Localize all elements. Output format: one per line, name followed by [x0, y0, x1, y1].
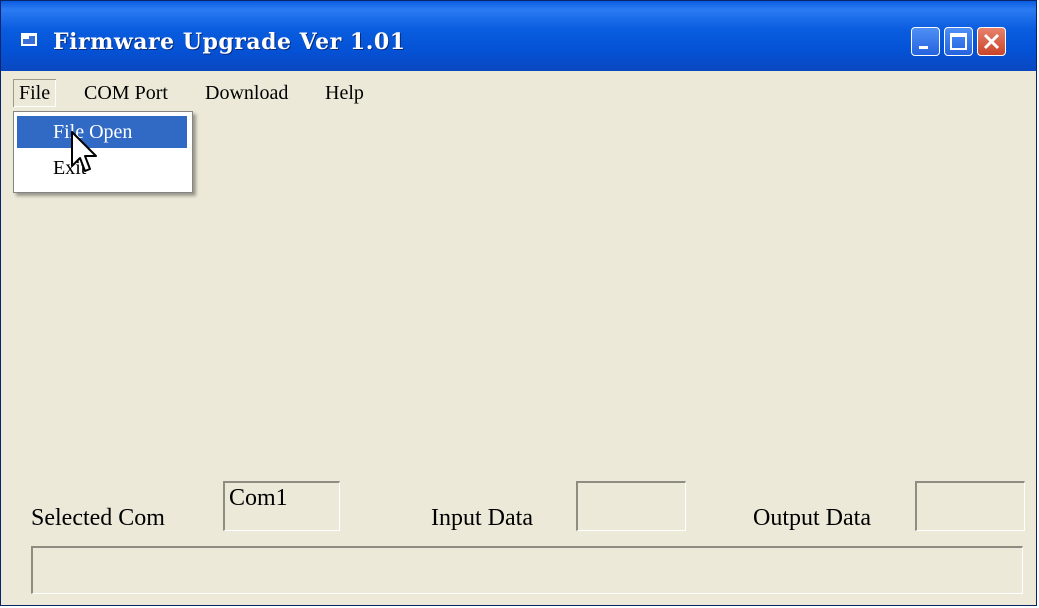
- menu-file[interactable]: File: [13, 79, 56, 107]
- close-button[interactable]: [977, 27, 1006, 56]
- minimize-button[interactable]: [911, 27, 940, 56]
- menu-download[interactable]: Download: [199, 79, 294, 107]
- title-bar[interactable]: Firmware Upgrade Ver 1.01: [1, 1, 1036, 71]
- status-bar: [31, 546, 1023, 594]
- menu-bar: File COM Port Download Help: [1, 71, 1036, 109]
- input-data-field: [576, 481, 686, 531]
- minimize-icon: [919, 46, 928, 49]
- output-data-field: [915, 481, 1025, 531]
- menu-help[interactable]: Help: [319, 79, 370, 107]
- selected-com-field: Com1: [223, 481, 340, 531]
- menu-com-port[interactable]: COM Port: [78, 79, 174, 107]
- output-data-label: Output Data: [753, 505, 871, 531]
- close-icon: [983, 33, 1000, 50]
- window-title: Firmware Upgrade Ver 1.01: [53, 29, 406, 55]
- selected-com-label: Selected Com: [31, 505, 165, 531]
- app-window: Firmware Upgrade Ver 1.01 File COM Port …: [0, 0, 1037, 606]
- menu-item-file-open[interactable]: File Open: [17, 116, 187, 148]
- maximize-button[interactable]: [944, 27, 973, 56]
- file-dropdown-menu: File Open Exit: [13, 111, 193, 193]
- maximize-icon: [950, 33, 967, 50]
- menu-item-exit[interactable]: Exit: [17, 152, 187, 184]
- input-data-label: Input Data: [431, 505, 533, 531]
- app-icon: [21, 33, 37, 46]
- mouse-cursor-icon: [71, 131, 97, 172]
